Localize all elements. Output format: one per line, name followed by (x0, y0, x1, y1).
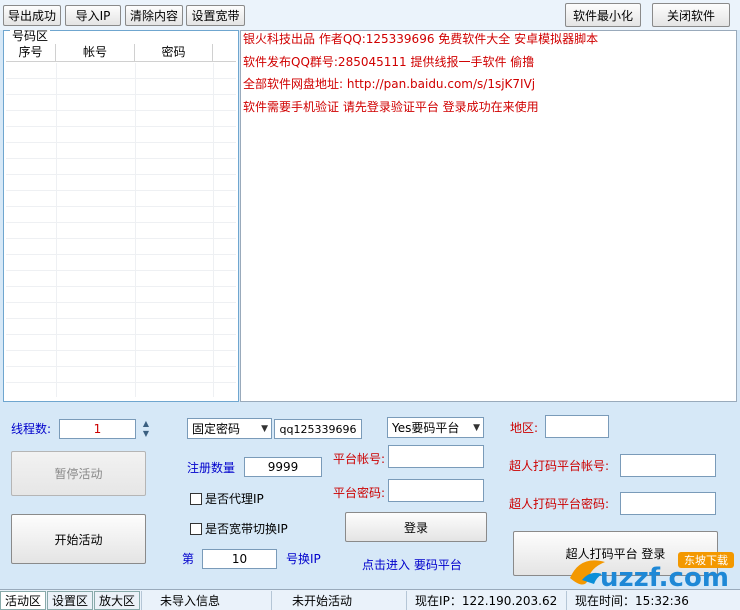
login-button[interactable]: 登录 (345, 512, 487, 542)
import-status: 未导入信息 (141, 590, 271, 610)
platform-account-label: 平台帐号: (333, 452, 386, 466)
switch-suffix-label: 号换IP (286, 552, 321, 566)
export-success-button[interactable]: 导出成功 (3, 5, 61, 26)
captcha-account-label: 超人打码平台帐号: (509, 459, 610, 473)
status-bar: 活动区 设置区 放大区 未导入信息 未开始活动 现在IP：122.190.203… (0, 589, 740, 610)
column-header-password[interactable]: 密码 (135, 44, 213, 61)
log-line: 软件发布QQ群号:285045111 提供线报一手软件 偷撸 (243, 54, 535, 69)
number-list[interactable] (6, 63, 236, 397)
region-input[interactable] (545, 415, 609, 438)
spin-up-icon[interactable]: ▲ (139, 419, 153, 429)
register-count-label: 注册数量 (187, 461, 236, 475)
platform-select[interactable]: Yes要码平台 ▼ (387, 417, 484, 438)
close-button[interactable]: 关闭软件 (652, 3, 730, 27)
tab-zoom[interactable]: 放大区 (94, 590, 141, 610)
current-ip: 现在IP：122.190.203.62 (406, 590, 566, 610)
column-header-extra (213, 44, 236, 61)
activity-status: 未开始活动 (271, 590, 406, 610)
tab-settings[interactable]: 设置区 (47, 590, 94, 610)
register-count-input[interactable]: 9999 (244, 457, 322, 477)
log-line: 软件需要手机验证 请先登录验证平台 登录成功在来使用 (243, 99, 539, 114)
column-divider (135, 63, 136, 397)
import-ip-button[interactable]: 导入IP (65, 5, 121, 26)
number-area-group: 号码区 序号 帐号 密码 (3, 30, 239, 402)
password-mode-select[interactable]: 固定密码 ▼ (187, 418, 272, 439)
number-list-header: 序号 帐号 密码 (6, 44, 236, 62)
broadband-switch-label: 是否宽带切换IP (205, 522, 288, 536)
platform-select-value: Yes要码平台 (392, 421, 460, 435)
captcha-password-input[interactable] (620, 492, 716, 515)
spin-down-icon[interactable]: ▼ (139, 429, 153, 439)
password-input[interactable]: qq125339696 (274, 419, 362, 439)
threads-label: 线程数: (11, 422, 52, 436)
enter-platform-link[interactable]: 点击进入 要码平台 (362, 558, 462, 572)
threads-input[interactable]: 1 (59, 419, 136, 439)
column-divider (213, 63, 214, 397)
pause-activity-button[interactable]: 暂停活动 (11, 451, 146, 496)
minimize-button[interactable]: 软件最小化 (565, 3, 641, 27)
captcha-password-label: 超人打码平台密码: (509, 497, 610, 511)
number-area-title: 号码区 (10, 29, 51, 43)
chevron-down-icon: ▼ (261, 423, 268, 434)
proxy-ip-label: 是否代理IP (205, 492, 264, 506)
column-divider (56, 63, 57, 397)
region-label: 地区: (510, 421, 539, 435)
proxy-ip-checkbox[interactable] (190, 493, 202, 505)
column-header-index[interactable]: 序号 (6, 44, 56, 61)
broadband-switch-checkbox[interactable] (190, 523, 202, 535)
captcha-account-input[interactable] (620, 454, 716, 477)
log-line: 全部软件网盘地址: http://pan.baidu.com/s/1sjK7IV… (243, 77, 536, 91)
password-mode-value: 固定密码 (192, 422, 241, 436)
start-activity-button[interactable]: 开始活动 (11, 514, 146, 564)
log-output[interactable]: 银火科技出品 作者QQ:125339696 免费软件大全 安卓模拟器脚本 软件发… (240, 30, 737, 402)
log-line: 银火科技出品 作者QQ:125339696 免费软件大全 安卓模拟器脚本 (243, 32, 599, 46)
tab-activity[interactable]: 活动区 (0, 590, 47, 610)
set-broadband-button[interactable]: 设置宽带 (186, 5, 245, 26)
platform-account-input[interactable] (388, 445, 484, 468)
column-header-account[interactable]: 帐号 (56, 44, 135, 61)
switch-count-input[interactable]: 10 (202, 549, 277, 569)
clear-content-button[interactable]: 清除内容 (125, 5, 183, 26)
platform-password-input[interactable] (388, 479, 484, 502)
chevron-down-icon: ▼ (473, 422, 480, 433)
switch-prefix-label: 第 (182, 552, 195, 566)
watermark-subtext: 东坡下载 (684, 554, 728, 567)
threads-spinner[interactable]: ▲ ▼ (139, 419, 153, 439)
current-time: 现在时间：15:32:36 (566, 590, 696, 610)
platform-password-label: 平台密码: (333, 486, 386, 500)
